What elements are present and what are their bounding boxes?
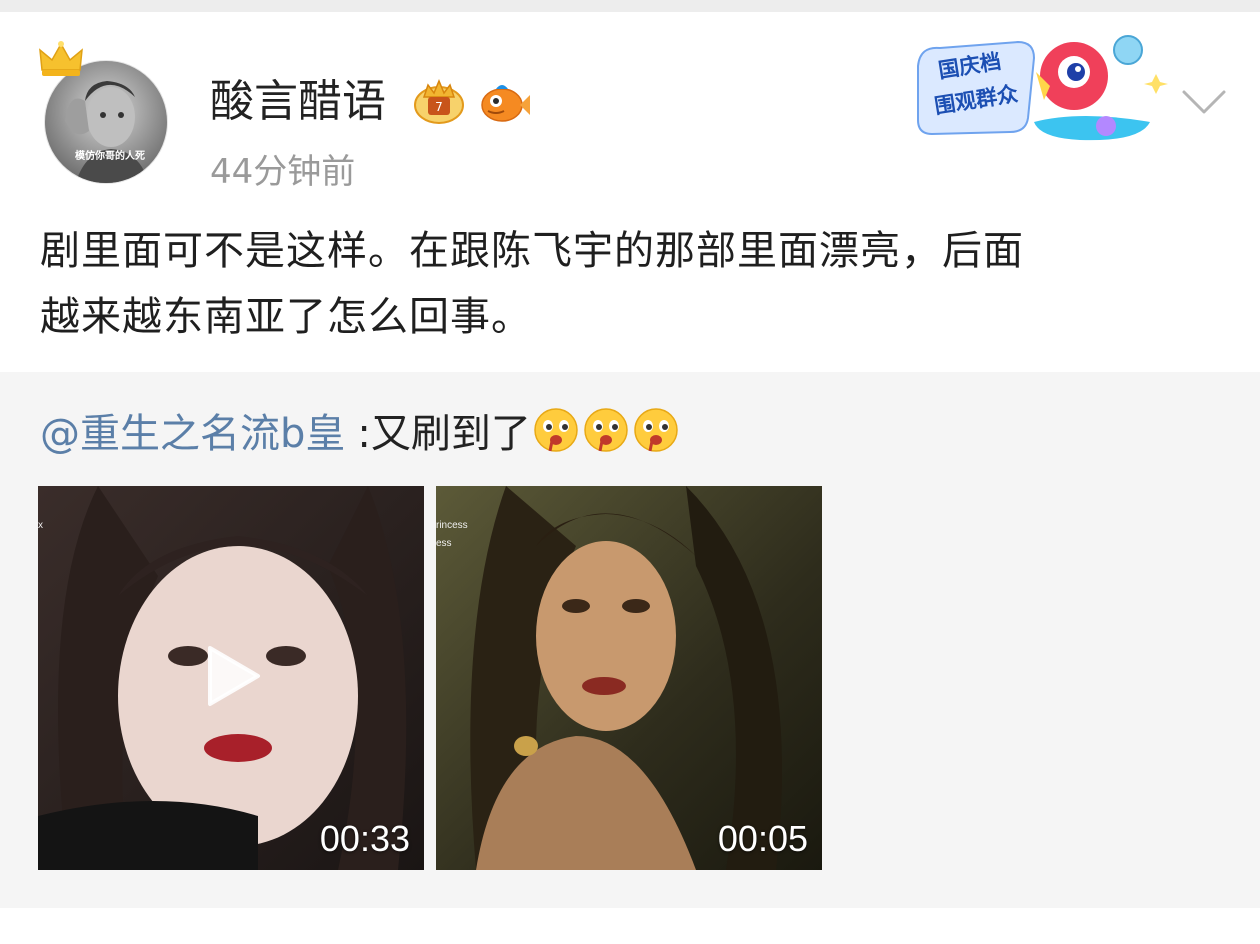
post-text-line: 越来越东南亚了怎么回事。 [40,294,532,340]
avatar-container[interactable]: 模仿你哥的人死 [36,40,172,190]
repost-section[interactable]: @重生之名流b皇 :又刷到了 x 00:33 rincess ess 00:05 [0,372,1260,908]
post-card: 模仿你哥的人死 酸言醋语 7 44分钟前 国庆档 围观群众 剧里面可不是这样。在… [0,12,1260,372]
user-badges: 7 [412,76,530,128]
chevron-down-icon[interactable] [1178,84,1230,120]
mention-link[interactable]: @重生之名流b皇 [40,401,345,459]
video-overlay-text: rincess [436,520,468,531]
username[interactable]: 酸言醋语 [210,74,386,130]
national-day-promo-badge[interactable]: 国庆档 围观群众 [910,26,1170,150]
crown-icon [39,41,83,76]
post-body: 剧里面可不是这样。在跟陈飞宇的那部里面漂亮，后面 越来越东南亚了怎么回事。 [40,218,1230,350]
avatar-caption: 模仿你哥的人死 [75,151,145,162]
video-thumbnail[interactable]: rincess ess 00:05 [436,486,822,870]
svg-text:7: 7 [435,100,443,114]
bottom-area [0,908,1260,944]
repost-text: :又刷到了 [357,411,531,457]
top-separator [0,0,1260,12]
post-timestamp: 44分钟前 [210,152,356,192]
video-thumbnail[interactable]: x 00:33 [38,486,424,870]
drool-face-emoji-icon [534,408,578,452]
video-overlay-text: x [38,520,43,531]
video-duration: 00:33 [319,818,410,859]
drool-face-emoji-icon [634,408,678,452]
crown-level-badge-icon[interactable]: 7 [412,77,466,127]
repost-header: @重生之名流b皇 :又刷到了 [40,400,679,460]
drool-face-emoji-icon [584,408,628,452]
post-text-line: 剧里面可不是这样。在跟陈飞宇的那部里面漂亮，后面 [40,228,1024,274]
video-overlay-text: ess [436,538,452,549]
fish-badge-icon[interactable] [476,77,530,127]
play-icon[interactable] [204,644,262,708]
emoji-row [533,407,679,453]
video-duration: 00:05 [717,818,808,859]
video-frame-portrait [436,486,822,870]
